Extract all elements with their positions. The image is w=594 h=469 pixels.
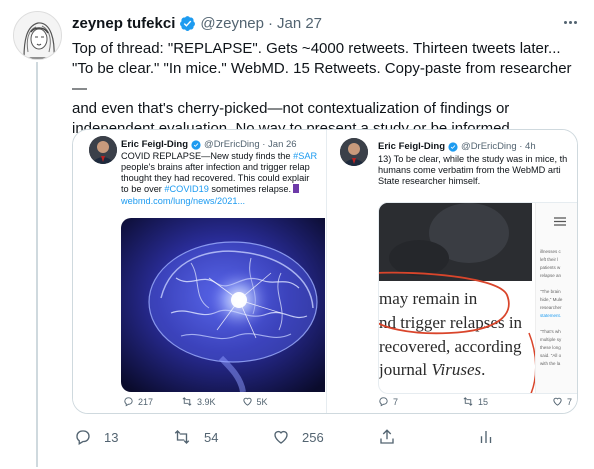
- sidebar-text: said. "All o: [540, 353, 562, 358]
- embed-reply-count: 217: [123, 396, 153, 407]
- tweet[interactable]: zeynep tufekci @zeynep · Jan 27 Top of t…: [0, 0, 594, 469]
- article-screenshot: may remain in nd trigger relapses in rec…: [378, 202, 577, 394]
- menu-icon: [554, 217, 566, 226]
- embed-avatar: [89, 136, 117, 164]
- verified-icon: [179, 15, 196, 32]
- tweet-header: zeynep tufekci @zeynep · Jan 27: [72, 13, 322, 33]
- author-handle[interactable]: @zeynep: [200, 15, 264, 32]
- separator-dot: ·: [267, 14, 273, 32]
- sidebar-text: statement.: [540, 313, 562, 318]
- sidebar-text: left their l: [540, 257, 559, 262]
- embed-text-line: to be over #COVID19 sometimes relapse.: [121, 184, 300, 195]
- sidebar-text: illnesses c: [540, 249, 561, 254]
- tweet-time[interactable]: Jan 27: [277, 15, 322, 32]
- embed-header: Eric Feigl-Ding @DrEricDing · 4h: [378, 141, 536, 152]
- reply-icon: [379, 397, 388, 407]
- tweet-text-line: "To be clear." "In mice." WebMD. 15 Retw…: [72, 60, 572, 97]
- like-count: 256: [302, 429, 324, 445]
- sidebar-text: hide," Mule: [540, 297, 563, 302]
- embed-link: webmd.com/lung/news/2021...: [121, 196, 246, 206]
- analytics-button[interactable]: [477, 426, 507, 448]
- embed-retweet-count: 3.9K: [181, 396, 216, 407]
- like-icon: [553, 397, 562, 406]
- retweet-icon: [463, 397, 473, 406]
- like-icon: [242, 397, 252, 406]
- embed-reply-count: 7: [378, 396, 398, 407]
- media-image-right[interactable]: Eric Feigl-Ding @DrEricDing · 4h 13) To …: [328, 130, 577, 413]
- embed-actions: 217 3.9K 5K: [123, 396, 268, 407]
- retweet-icon: [174, 430, 190, 444]
- embed-text-line: COVID REPLAPSE—New study finds the #SAR: [121, 151, 318, 161]
- tweet-text-line: Top of thread: "REPLAPSE". Gets ~4000 re…: [72, 40, 561, 57]
- brain-image: [121, 218, 325, 392]
- sidebar-text: relapse an: [540, 273, 562, 278]
- analytics-icon: [480, 431, 492, 443]
- embed-text-line: State researcher himself.: [378, 176, 481, 186]
- sidebar-text: patients w: [540, 265, 561, 270]
- embed-author-name: Eric Feigl-Ding: [378, 141, 446, 152]
- article-sidebar: illnesses c left their l patients w rela…: [535, 203, 577, 393]
- share-icon: [380, 429, 394, 444]
- verified-icon: [191, 139, 201, 150]
- verified-icon: [448, 141, 458, 152]
- embed-retweet-count: 15: [462, 396, 488, 407]
- sidebar-text: these long: [540, 345, 561, 350]
- avatar-sketch: [14, 12, 61, 59]
- reply-count: 13: [104, 429, 119, 445]
- thread-line: [36, 62, 38, 467]
- embed-like-count: 7: [552, 396, 572, 407]
- embed-avatar: [340, 138, 368, 166]
- author-avatar[interactable]: [13, 11, 62, 60]
- reply-icon: [124, 397, 133, 407]
- share-button[interactable]: [378, 426, 408, 448]
- retweet-button[interactable]: 54: [172, 426, 218, 448]
- sidebar-text: researcher: [540, 305, 562, 310]
- reply-button[interactable]: 13: [74, 426, 118, 448]
- embed-actions: 7 15 7: [378, 396, 572, 407]
- sidebar-text: "That's wh: [540, 329, 561, 334]
- sidebar-text: multiple sy: [540, 337, 562, 342]
- embed-text-line: humans come verbatim from the WebMD arti: [378, 165, 561, 175]
- like-button[interactable]: 256: [272, 426, 324, 448]
- embed-author-meta: @DrEricDing · Jan 26: [204, 139, 297, 150]
- embed-author-name: Eric Feigl-Ding: [121, 139, 189, 150]
- tweet-text-line: and even that's cherry-picked—not contex…: [72, 100, 510, 117]
- sidebar-text: "The brain: [540, 289, 561, 294]
- embed-text-line: thought they had recovered. This could e…: [121, 173, 310, 183]
- tweet-actions: 13 54 256: [72, 426, 502, 448]
- retweet-icon: [182, 397, 192, 406]
- tweet-text: Top of thread: "REPLAPSE". Gets ~4000 re…: [72, 39, 577, 139]
- embed-text-line: people's brains after infection and trig…: [121, 162, 310, 172]
- media-image-left[interactable]: Eric Feigl-Ding @DrEricDing · Jan 26 COV…: [73, 130, 326, 413]
- sidebar-text: with the la: [540, 361, 561, 366]
- tweet-media[interactable]: Eric Feigl-Ding @DrEricDing · Jan 26 COV…: [72, 129, 578, 414]
- reply-icon: [76, 430, 90, 445]
- embed-text-line: 13) To be clear, while the study was in …: [378, 154, 568, 164]
- more-icon[interactable]: [560, 14, 580, 30]
- embed-header: Eric Feigl-Ding @DrEricDing · Jan 26: [121, 139, 297, 150]
- retweet-count: 54: [204, 429, 219, 445]
- embed-like-count: 5K: [242, 396, 268, 407]
- author-name[interactable]: zeynep tufekci: [72, 15, 175, 32]
- like-icon: [274, 430, 288, 444]
- embed-author-meta: @DrEricDing · 4h: [461, 141, 536, 152]
